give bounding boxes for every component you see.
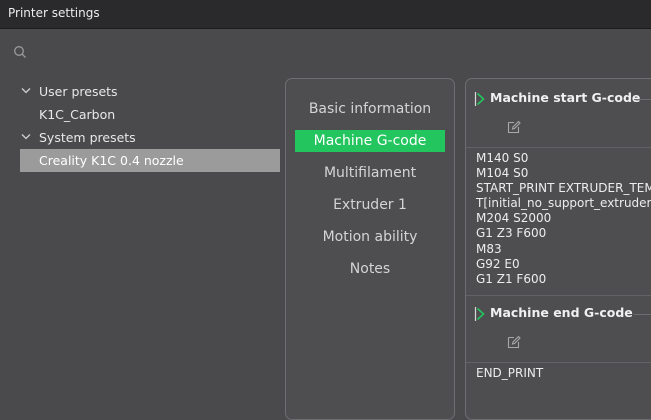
nav-item-label: Notes: [349, 261, 391, 277]
nav-item-label: Multifilament: [323, 165, 417, 181]
gcode-line: M204 S2000: [476, 211, 552, 226]
gcode-line: M140 S0: [476, 151, 529, 165]
tree-item-label: Creality K1C 0.4 nozzle: [39, 153, 184, 168]
start-gcode-editor[interactable]: M140 S0 M104 S0 START_PRINT EXTRUDER_TEM…: [476, 151, 651, 287]
tree-group-user-presets[interactable]: User presets: [20, 80, 280, 103]
gcode-line: T[initial_no_support_extruder]: [476, 196, 651, 211]
gcode-line: M83: [476, 241, 502, 256]
start-gcode-title: Machine start G-code: [490, 90, 641, 105]
end-gcode-header: Machine end G-code: [474, 304, 651, 324]
preset-tree: User presets K1C_Carbon System presets C…: [20, 80, 280, 172]
nav-item-basic-information[interactable]: Basic information: [286, 98, 454, 120]
nav-item-label: Machine G-code: [295, 130, 445, 152]
title-bar: Printer settings: [0, 0, 651, 29]
end-gcode-editor[interactable]: END_PRINT: [476, 366, 651, 381]
section-divider: [634, 314, 651, 315]
gcode-panel: Machine start G-code M140 S0 M104 S0 STA…: [465, 78, 651, 420]
edit-icon[interactable]: [506, 119, 522, 135]
search-icon[interactable]: [12, 44, 28, 60]
nav-item-label: Motion ability: [322, 229, 418, 245]
nav-item-label: Basic information: [308, 101, 432, 117]
section-divider: [466, 295, 651, 296]
nav-item-machine-gcode[interactable]: Machine G-code: [286, 130, 454, 152]
gcode-line: START_PRINT EXTRUDER_TEM: [476, 181, 651, 196]
tree-group-label: User presets: [39, 84, 118, 99]
section-divider: [466, 362, 651, 363]
section-divider: [466, 147, 651, 148]
nav-item-notes[interactable]: Notes: [286, 258, 454, 280]
section-arrow-icon: [474, 307, 485, 321]
nav-item-multifilament[interactable]: Multifilament: [286, 162, 454, 184]
nav-item-extruder-1[interactable]: Extruder 1: [286, 194, 454, 216]
nav-item-label: Extruder 1: [333, 197, 407, 213]
tree-group-system-presets[interactable]: System presets: [20, 126, 280, 149]
gcode-line: G1 Z3 F600: [476, 226, 547, 241]
nav-item-motion-ability[interactable]: Motion ability: [286, 226, 454, 248]
gcode-line: G92 E0: [476, 256, 520, 271]
section-arrow-icon: [474, 92, 485, 106]
chevron-down-icon[interactable]: [21, 133, 31, 141]
start-gcode-header: Machine start G-code: [474, 89, 651, 109]
tree-group-label: System presets: [39, 130, 136, 145]
tree-item-k1c-carbon[interactable]: K1C_Carbon: [20, 103, 280, 126]
settings-nav: Basic information Machine G-code Multifi…: [285, 78, 455, 420]
chevron-down-icon[interactable]: [21, 87, 31, 95]
tree-item-label: K1C_Carbon: [39, 107, 116, 122]
window-title: Printer settings: [8, 6, 100, 20]
gcode-line: M104 S0: [476, 166, 529, 181]
tree-item-creality-k1c[interactable]: Creality K1C 0.4 nozzle: [20, 149, 280, 172]
edit-icon[interactable]: [506, 334, 522, 350]
gcode-line: G1 Z1 F600: [476, 271, 547, 286]
end-gcode-title: Machine end G-code: [490, 305, 633, 320]
section-divider: [634, 99, 651, 100]
gcode-line: END_PRINT: [476, 366, 544, 380]
